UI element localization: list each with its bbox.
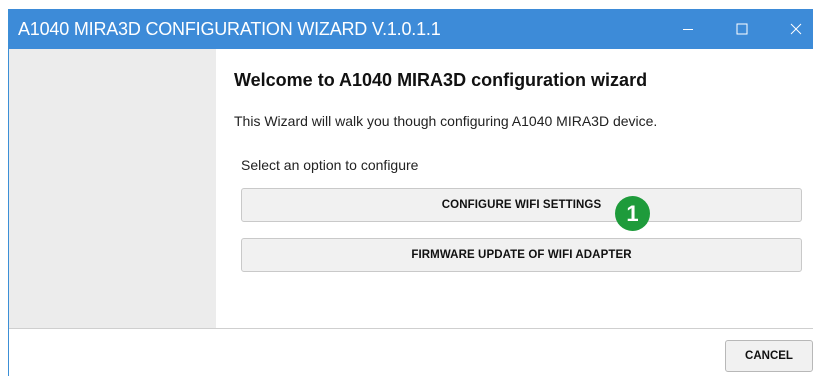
window-title: A1040 MIRA3D CONFIGURATION WIZARD V.1.0.… bbox=[18, 19, 441, 39]
minimize-button[interactable] bbox=[661, 9, 715, 49]
wizard-sidebar bbox=[9, 49, 216, 328]
wizard-content: Welcome to A1040 MIRA3D configuration wi… bbox=[216, 49, 813, 328]
step-callout-number: 1 bbox=[626, 200, 639, 226]
step-callout-badge: 1 bbox=[615, 196, 650, 231]
minimize-icon bbox=[683, 29, 693, 30]
firmware-update-wifi-adapter-button[interactable]: FIRMWARE UPDATE OF WIFI ADAPTER bbox=[241, 238, 802, 272]
close-button[interactable] bbox=[769, 9, 813, 49]
maximize-icon bbox=[736, 23, 748, 35]
configure-wifi-settings-button[interactable]: CONFIGURE WIFI SETTINGS bbox=[241, 188, 802, 222]
page-title: Welcome to A1040 MIRA3D configuration wi… bbox=[234, 70, 648, 90]
option-prompt: Select an option to configure bbox=[241, 157, 419, 173]
maximize-button[interactable] bbox=[715, 9, 769, 49]
close-icon bbox=[790, 23, 802, 35]
title-bar[interactable]: A1040 MIRA3D CONFIGURATION WIZARD V.1.0.… bbox=[9, 9, 813, 49]
cancel-button[interactable]: CANCEL bbox=[725, 340, 813, 372]
wizard-window: A1040 MIRA3D CONFIGURATION WIZARD V.1.0.… bbox=[8, 9, 813, 376]
page-description: This Wizard will walk you though configu… bbox=[234, 113, 658, 129]
wizard-footer: CANCEL bbox=[9, 329, 813, 376]
